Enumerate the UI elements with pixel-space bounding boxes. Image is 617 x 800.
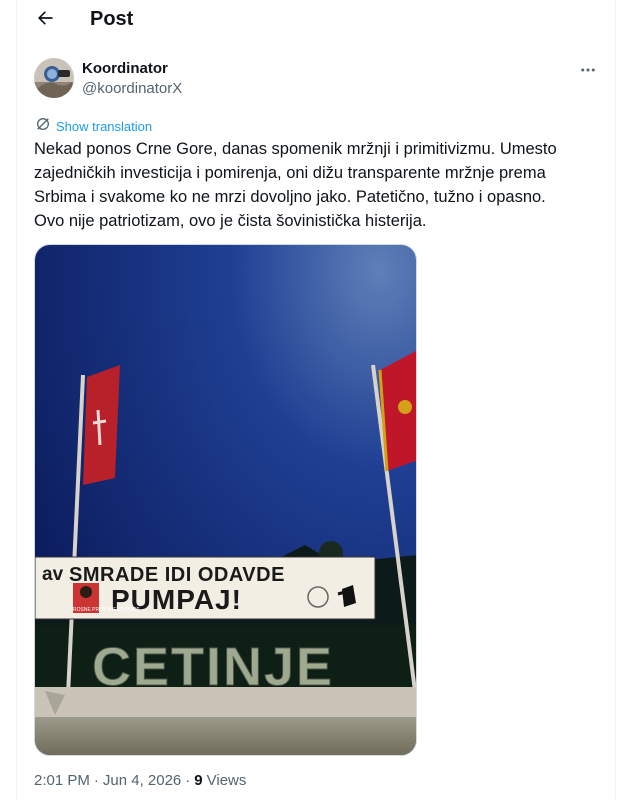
- tweet-text: Nekad ponos Crne Gore, danas spomenik mr…: [34, 140, 557, 230]
- author-handle[interactable]: @koordinatorX: [82, 80, 182, 97]
- post-time[interactable]: 2:01 PM: [34, 772, 90, 789]
- banner-prefix: av: [42, 564, 64, 585]
- meta-separator: ·: [185, 772, 191, 789]
- views-count: 9: [194, 772, 203, 789]
- post-header: Post: [17, 0, 615, 40]
- post-meta: 2:01 PM · Jun 4, 2026 · 9 Views: [34, 772, 246, 789]
- globe-icon: [35, 116, 51, 137]
- column-border-right: [615, 0, 616, 800]
- author-name[interactable]: Koordinator: [82, 60, 168, 77]
- more-button[interactable]: [577, 61, 599, 83]
- avatar[interactable]: [34, 58, 74, 98]
- meta-separator: ·: [93, 772, 99, 789]
- back-button[interactable]: [33, 8, 57, 32]
- tweet-photo[interactable]: av SMRADE IDI ODAVDE PUMPAJ! ROSNE PROB …: [34, 244, 417, 756]
- photo-scene: av SMRADE IDI ODAVDE PUMPAJ! ROSNE PROB …: [35, 245, 416, 755]
- show-translation-label: Show translation: [56, 119, 153, 134]
- show-translation-link[interactable]: Show translation: [35, 116, 152, 137]
- post-date[interactable]: Jun 4, 2026: [103, 772, 181, 789]
- page-title: Post: [90, 8, 134, 30]
- author-row: Koordinator @koordinatorX: [17, 55, 615, 105]
- more-horizontal-icon: [579, 61, 597, 84]
- banner-line-1: SMRADE IDI ODAVDE: [69, 564, 285, 586]
- arrow-left-icon: [35, 8, 55, 33]
- column-border-left: [16, 0, 17, 800]
- banner-small-text: ROSNE PROB IMESTI POST: [73, 607, 139, 613]
- views-label: Views: [206, 772, 247, 789]
